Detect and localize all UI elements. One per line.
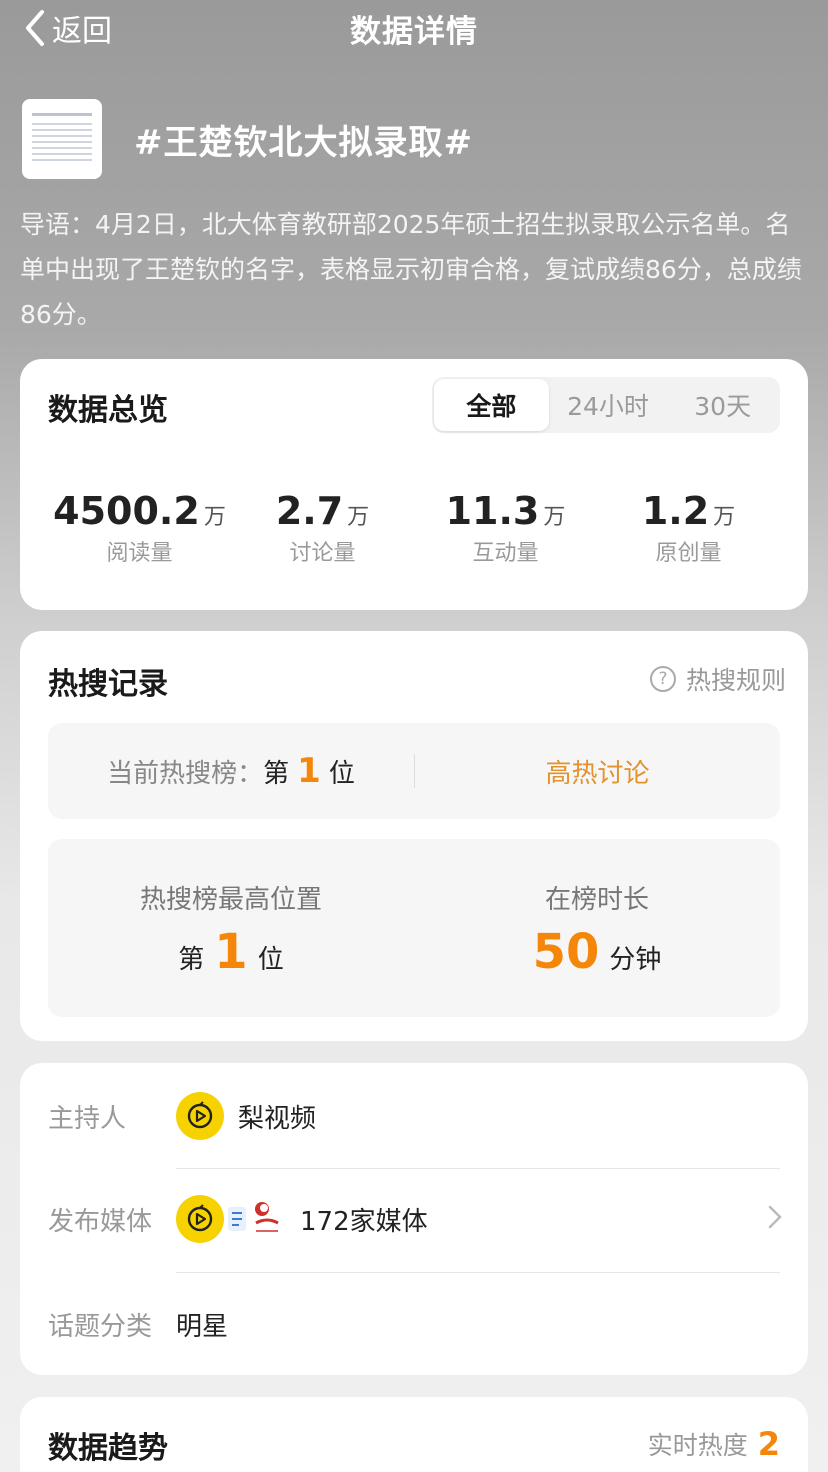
media-count: 172家媒体 xyxy=(300,1206,428,1237)
current-rank: 当前热搜榜：第 1 位 xyxy=(48,751,414,791)
rules-label: 热搜规则 xyxy=(685,666,786,695)
duration-value: 50 xyxy=(532,924,600,980)
rank-prefix: 第 xyxy=(178,945,205,975)
stat-value: 4500.2 xyxy=(53,489,200,533)
stat-value: 2.7 xyxy=(275,489,344,533)
realtime-label: 实时热度 xyxy=(647,1431,748,1460)
stat-unit: 万 xyxy=(713,505,736,530)
host-name: 梨视频 xyxy=(238,1103,317,1134)
category-value: 明星 xyxy=(176,1311,229,1342)
rank-suffix: 位 xyxy=(257,945,284,975)
realtime-value: 2 xyxy=(757,1425,780,1463)
trend-title: 数据趋势 xyxy=(48,1431,168,1466)
rank-suffix: 位 xyxy=(328,759,355,789)
stat-interactions: 11.3 万 互动量 xyxy=(414,489,597,567)
duration-label: 在榜时长 xyxy=(544,885,649,915)
tab-30d[interactable]: 30天 xyxy=(665,377,780,433)
stat-unit: 万 xyxy=(543,505,566,530)
tab-24h[interactable]: 24小时 xyxy=(551,377,666,433)
stat-unit: 万 xyxy=(347,505,370,530)
topic-intro: 导语：4月2日，北大体育教研部2025年硕士招生拟录取公示名单。名单中出现了王楚… xyxy=(20,210,802,329)
data-trend-card: 数据趋势 实时热度 2 xyxy=(20,1397,808,1472)
overview-title: 数据总览 xyxy=(48,393,168,428)
best-rank-label: 热搜榜最高位置 xyxy=(139,885,322,915)
nav-bar: 返回 数据详情 xyxy=(0,0,828,56)
host-row[interactable]: 主持人 梨视频 xyxy=(48,1091,780,1141)
current-rank-value: 1 xyxy=(297,751,321,791)
hot-search-title: 热搜记录 xyxy=(48,667,168,702)
current-rank-label: 当前热搜榜： xyxy=(107,759,264,789)
stat-reads: 4500.2 万 阅读量 xyxy=(48,489,231,567)
topic-header: #王楚钦北大拟录取# xyxy=(22,98,808,180)
hot-search-rules-link[interactable]: ? 热搜规则 xyxy=(649,661,786,697)
media-logo-icon xyxy=(224,1199,250,1239)
topic-thumbnail[interactable] xyxy=(22,99,102,179)
question-icon: ? xyxy=(649,666,676,692)
chevron-right-icon xyxy=(768,1202,782,1237)
divider xyxy=(176,1272,780,1273)
stat-label: 讨论量 xyxy=(289,541,356,566)
realtime-heat: 实时热度 2 xyxy=(648,1425,780,1463)
stat-originals: 1.2 万 原创量 xyxy=(597,489,780,567)
stat-value: 11.3 xyxy=(445,489,540,533)
topic-title: #王楚钦北大拟录取# xyxy=(134,122,473,163)
stat-unit: 万 xyxy=(203,505,226,530)
stat-label: 阅读量 xyxy=(106,541,173,566)
publishing-media-row[interactable]: 发布媒体 172家媒体 xyxy=(48,1194,782,1244)
pear-video-logo-icon xyxy=(176,1195,224,1243)
stat-discussions: 2.7 万 讨论量 xyxy=(231,489,414,567)
page-title: 数据详情 xyxy=(350,14,478,50)
duration-unit: 分钟 xyxy=(609,945,662,975)
category-key: 话题分类 xyxy=(48,1311,153,1342)
stat-value: 1.2 xyxy=(641,489,710,533)
divider xyxy=(176,1168,780,1169)
rank-prefix: 第 xyxy=(263,759,290,789)
heat-status: 高热讨论 xyxy=(545,758,650,789)
pear-video-logo-icon xyxy=(176,1092,224,1140)
on-list-duration: 在榜时长 50 分钟 xyxy=(414,839,780,1017)
current-rank-panel: 当前热搜榜：第 1 位 高热讨论 xyxy=(48,723,780,819)
hot-search-card: 热搜记录 ? 热搜规则 当前热搜榜：第 1 位 高热讨论 热搜榜最高位置 第1位 在… xyxy=(20,631,808,1041)
host-key: 主持人 xyxy=(48,1103,127,1134)
best-rank-value: 1 xyxy=(214,924,248,980)
media-key: 发布媒体 xyxy=(48,1206,153,1237)
best-rank: 热搜榜最高位置 第1位 xyxy=(48,839,414,1017)
topic-info-card: 主持人 梨视频 发布媒体 172家媒体 话题分类 明星 xyxy=(20,1063,808,1375)
category-row: 话题分类 明星 xyxy=(48,1299,780,1349)
time-range-tabs: 全部 24小时 30天 xyxy=(432,377,780,433)
people-daily-logo-icon xyxy=(250,1199,284,1239)
stat-label: 原创量 xyxy=(655,541,722,566)
stat-label: 互动量 xyxy=(472,541,539,566)
tab-all[interactable]: 全部 xyxy=(434,379,549,431)
stats-row: 4500.2 万 阅读量 2.7 万 讨论量 11.3 万 互动量 1.2 万 原创量 xyxy=(20,489,808,567)
overview-card: 数据总览 全部 24小时 30天 4500.2 万 阅读量 2.7 万 讨论量 11… xyxy=(20,359,808,610)
best-rank-panel: 热搜榜最高位置 第1位 在榜时长 50 分钟 xyxy=(48,839,780,1017)
